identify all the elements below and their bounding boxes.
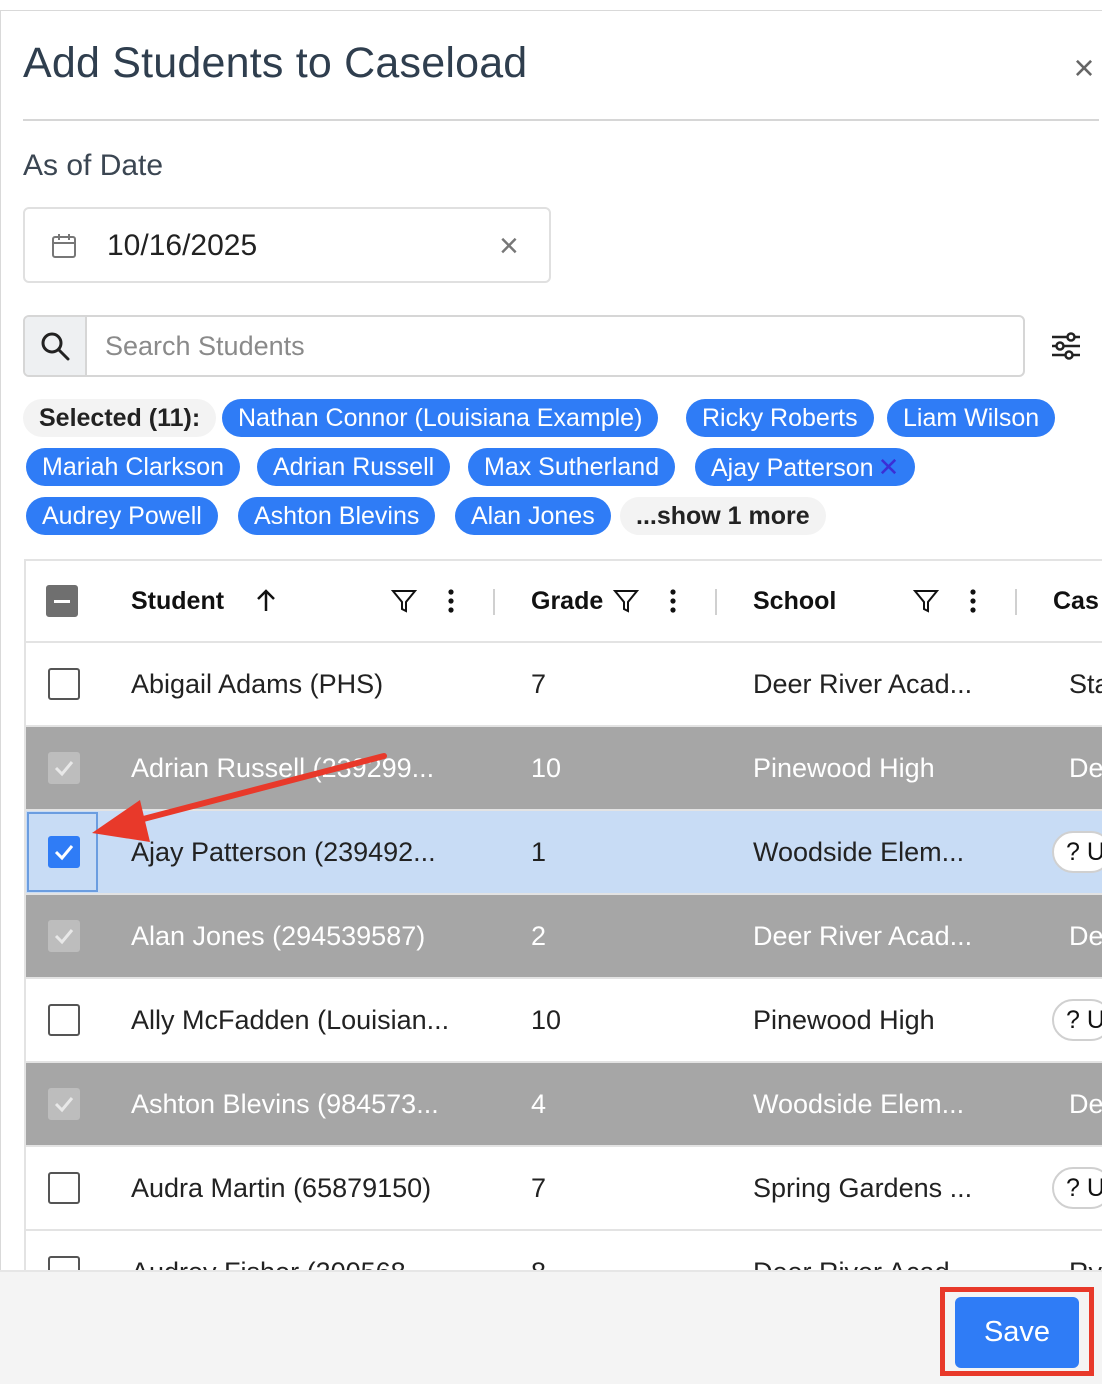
grade-cell: 4 — [531, 1089, 547, 1119]
add-students-dialog: Add Students to Caseload × As of Date 10… — [0, 10, 1102, 1384]
grade-cell: 10 — [531, 1005, 562, 1035]
dialog-title: Add Students to Caseload — [23, 39, 528, 87]
row-checkbox[interactable] — [48, 668, 80, 700]
show-more-chips[interactable]: ...show 1 more — [620, 497, 826, 535]
row-checkbox-disabled — [48, 920, 80, 952]
caseload-cell: De — [1069, 921, 1102, 951]
selected-chip[interactable]: Nathan Connor (Louisiana Example) — [222, 399, 659, 437]
column-menu-icon[interactable] — [437, 587, 465, 615]
dialog-footer — [0, 1270, 1102, 1384]
table-header: Student Grade School Cas — [26, 561, 1102, 643]
student-cell: Ajay Patterson (239492... — [131, 837, 436, 867]
student-search — [23, 315, 1025, 377]
student-cell: Alan Jones (294539587) — [131, 921, 426, 951]
selected-count-label: Selected (11): — [23, 399, 217, 437]
column-menu-icon[interactable] — [959, 587, 987, 615]
school-cell: Deer River Acad... — [753, 669, 973, 699]
column-resize-handle[interactable] — [493, 589, 495, 615]
table-row: Alan Jones (294539587) 2 Deer River Acad… — [26, 895, 1102, 979]
date-value[interactable]: 10/16/2025 — [107, 229, 257, 263]
remove-chip-icon[interactable]: ✕ — [878, 452, 900, 482]
grade-cell: 1 — [531, 837, 547, 867]
filter-icon[interactable] — [912, 587, 940, 615]
table-row[interactable]: Ally McFadden (Louisian... 10 Pinewood H… — [26, 979, 1102, 1063]
row-checkbox-disabled — [48, 1088, 80, 1120]
selected-chip[interactable]: Liam Wilson — [887, 399, 1056, 437]
school-cell: Pinewood High — [753, 1005, 935, 1035]
search-input[interactable] — [91, 325, 1011, 367]
save-button[interactable]: Save — [955, 1297, 1079, 1368]
grade-cell: 10 — [531, 753, 562, 783]
school-cell: Deer River Acad... — [753, 921, 973, 951]
table-row[interactable]: Audra Martin (65879150) 7 Spring Gardens… — [26, 1147, 1102, 1231]
selected-chip[interactable]: Max Sutherland — [468, 448, 676, 486]
student-cell: Ally McFadden (Louisian... — [131, 1005, 450, 1035]
row-checkbox[interactable] — [48, 1004, 80, 1036]
school-cell: Spring Gardens ... — [753, 1173, 973, 1203]
filter-icon[interactable] — [390, 587, 418, 615]
chip-label: Ajay Patterson — [711, 454, 874, 482]
calendar-icon — [52, 234, 76, 258]
check-icon — [54, 1097, 74, 1113]
selected-chip[interactable]: Audrey Powell — [26, 497, 218, 535]
row-checkbox-disabled — [48, 752, 80, 784]
select-all-checkbox[interactable] — [46, 585, 78, 617]
student-cell: Abigail Adams (PHS) — [131, 669, 384, 699]
selected-chip[interactable]: Mariah Clarkson — [26, 448, 241, 486]
school-cell: Pinewood High — [753, 753, 935, 783]
clear-date-icon[interactable]: × — [499, 227, 519, 266]
column-resize-handle[interactable] — [715, 589, 717, 615]
school-cell: Woodside Elem... — [753, 1089, 965, 1119]
caseload-pill[interactable]: ? U — [1052, 999, 1102, 1041]
check-icon — [54, 761, 74, 777]
grade-cell: 2 — [531, 921, 547, 951]
student-cell: Adrian Russell (239299... — [131, 753, 435, 783]
student-cell: Ashton Blevins (984573... — [131, 1089, 439, 1119]
filter-icon[interactable] — [612, 587, 640, 615]
row-checkbox-checked[interactable] — [48, 836, 80, 868]
search-icon — [41, 332, 70, 361]
sort-ascending-icon[interactable] — [252, 587, 280, 615]
column-header-caseload[interactable]: Cas — [1053, 561, 1099, 641]
sliders-icon[interactable] — [1049, 329, 1083, 363]
selected-chip[interactable]: Alan Jones — [455, 497, 611, 535]
check-icon — [54, 845, 74, 861]
table-row[interactable]: Abigail Adams (PHS) 7 Deer River Acad...… — [26, 643, 1102, 727]
selected-chip[interactable]: Ricky Roberts — [686, 399, 874, 437]
column-header-student[interactable]: Student — [131, 561, 224, 641]
caseload-cell: De — [1069, 753, 1102, 783]
header-divider — [23, 119, 1099, 121]
grade-cell: 7 — [531, 669, 547, 699]
row-checkbox[interactable] — [48, 1172, 80, 1204]
table-row: Adrian Russell (239299... 10 Pinewood Hi… — [26, 727, 1102, 811]
caseload-cell: Sta — [1069, 669, 1102, 699]
selected-chip-ajay[interactable]: Ajay Patterson ✕ — [695, 448, 916, 486]
close-icon[interactable]: × — [1067, 50, 1101, 87]
table-row-selected[interactable]: Ajay Patterson (239492... 1 Woodside Ele… — [26, 811, 1102, 895]
table-row: Ashton Blevins (984573... 4 Woodside Ele… — [26, 1063, 1102, 1147]
student-cell: Audra Martin (65879150) — [131, 1173, 432, 1203]
grade-cell: 7 — [531, 1173, 547, 1203]
check-icon — [54, 929, 74, 945]
school-cell: Woodside Elem... — [753, 837, 965, 867]
as-of-date-field[interactable]: 10/16/2025 × — [23, 207, 551, 283]
column-header-school[interactable]: School — [753, 561, 836, 641]
caseload-cell: De — [1069, 1089, 1102, 1119]
students-table: Student Grade School Cas Abigail Adams (… — [24, 559, 1102, 1279]
column-header-grade[interactable]: Grade — [531, 561, 603, 641]
caseload-pill[interactable]: ? U — [1052, 1167, 1102, 1209]
column-menu-icon[interactable] — [659, 587, 687, 615]
search-button[interactable] — [25, 317, 87, 375]
selected-chip[interactable]: Ashton Blevins — [238, 497, 436, 535]
column-resize-handle[interactable] — [1015, 589, 1017, 615]
caseload-pill[interactable]: ? U — [1052, 831, 1102, 873]
selected-chip[interactable]: Adrian Russell — [257, 448, 451, 486]
as-of-date-label: As of Date — [23, 149, 164, 182]
